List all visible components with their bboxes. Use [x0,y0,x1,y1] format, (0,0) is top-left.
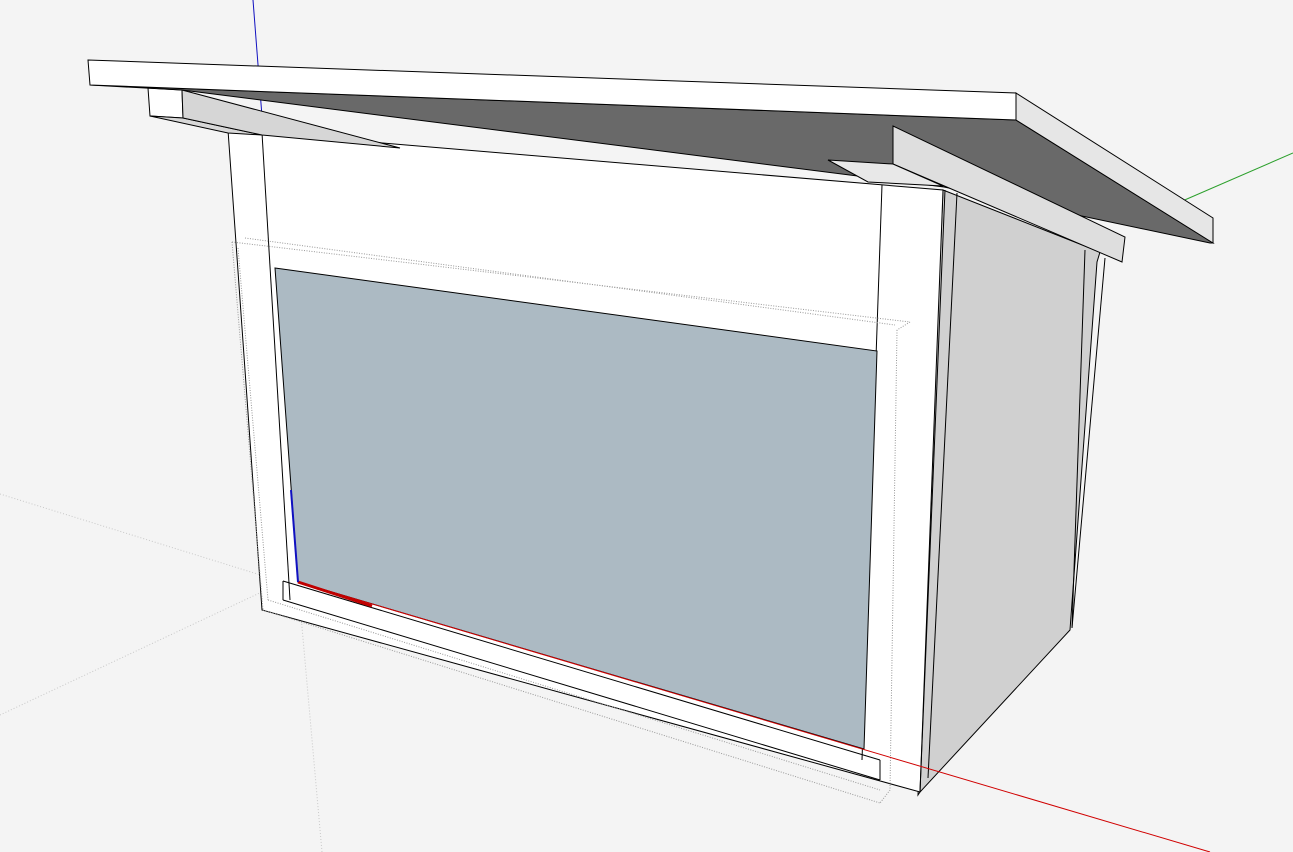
side-wall[interactable] [917,189,1101,797]
dotted-guide-left-lower [0,581,284,716]
roof-block-left[interactable] [147,87,184,119]
3d-scene[interactable] [0,0,1293,852]
modeling-viewport[interactable] [0,0,1293,852]
dotted-guide-left-upper [0,493,284,583]
